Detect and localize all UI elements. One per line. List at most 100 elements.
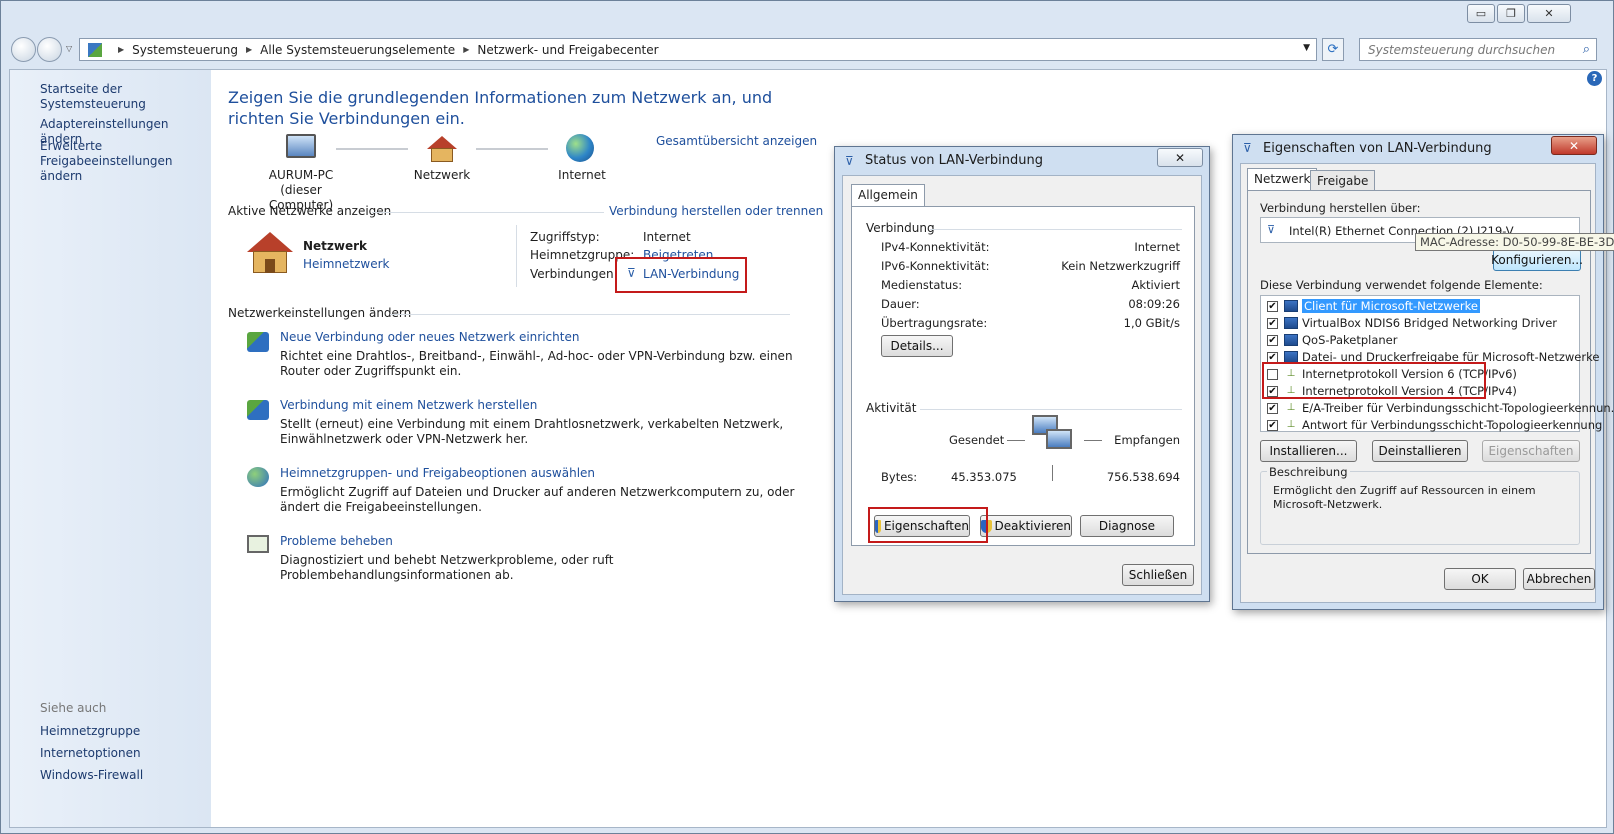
configure-button[interactable]: Konfigurieren... <box>1491 249 1583 271</box>
network-type-link[interactable]: Heimnetzwerk <box>303 257 390 271</box>
close-icon: ✕ <box>1544 7 1554 20</box>
left-pane: Startseite der Systemsteuerung Adapterei… <box>10 70 211 827</box>
cancel-button[interactable]: Abbrechen <box>1523 568 1595 590</box>
bytes-received-value: 756.538.694 <box>1106 470 1180 484</box>
breadcrumb-item[interactable]: Netzwerk- und Freigabecenter <box>477 43 658 57</box>
duration-label: Dauer: <box>881 297 920 311</box>
see-also-internet-options[interactable]: Internetoptionen <box>40 746 141 761</box>
item-properties-button[interactable]: Eigenschaften <box>1482 440 1580 462</box>
close-icon: ✕ <box>1174 150 1186 165</box>
diagnose-button[interactable]: Diagnose <box>1080 515 1174 537</box>
divider <box>372 212 604 213</box>
restore-icon: ❐ <box>1506 7 1516 20</box>
task-new-connection[interactable]: Neue Verbindung oder neues Netzwerk einr… <box>280 330 579 344</box>
speed-label: Übertragungsrate: <box>881 316 988 330</box>
back-button[interactable] <box>11 37 36 62</box>
access-type-value: Internet <box>643 230 691 244</box>
properties-dialog-title: Eigenschaften von LAN-Verbindung <box>1263 141 1492 156</box>
page-heading: Zeigen Sie die grundlegenden Information… <box>228 88 773 128</box>
recent-pages-icon[interactable]: ▽ <box>66 44 72 53</box>
status-close-button[interactable]: ✕ <box>1157 148 1203 167</box>
task-homegroup-options[interactable]: Heimnetzgruppen- und Freigabeoptionen au… <box>280 466 595 480</box>
access-type-label: Zugriffstyp: <box>530 230 600 244</box>
tab-sharing[interactable]: Freigabe <box>1310 170 1376 190</box>
see-also-homegroup[interactable]: Heimnetzgruppe <box>40 724 140 739</box>
general-panel: Verbindung IPv4-Konnektivität: Internet … <box>851 206 1195 546</box>
list-item[interactable]: QoS-Paketplaner <box>1267 332 1397 348</box>
list-item[interactable]: VirtualBox NDIS6 Bridged Networking Driv… <box>1267 315 1557 331</box>
close-window-button[interactable]: ✕ <box>1527 4 1571 23</box>
checkbox[interactable] <box>1267 317 1278 329</box>
breadcrumb-item[interactable]: Alle Systemsteuerungselemente <box>260 43 455 57</box>
ethernet-icon: ⊽ <box>845 154 854 168</box>
ok-button[interactable]: OK <box>1444 568 1516 590</box>
list-item-label: E/A-Treiber für Verbindungsschicht-Topol… <box>1302 401 1614 415</box>
list-item[interactable]: ⊥ E/A-Treiber für Verbindungsschicht-Topo… <box>1267 400 1614 416</box>
window-controls: ▭ ❐ ✕ <box>1467 4 1571 23</box>
details-button[interactable]: Details... <box>881 335 953 357</box>
map-line <box>336 148 408 150</box>
divider <box>920 409 1182 410</box>
list-item-label: Antwort für Verbindungsschicht-Topologie… <box>1302 418 1603 432</box>
search-input[interactable]: Systemsteuerung durchsuchen ⌕ <box>1359 38 1597 61</box>
elements-list: Client für Microsoft-Netzwerke VirtualBo… <box>1260 295 1614 432</box>
chevron-right-icon: ▶ <box>463 45 470 54</box>
chevron-down-icon[interactable]: ▼ <box>1303 43 1310 53</box>
navigation-bar: ▽ ▶ Systemsteuerung ▶ Alle Systemsteueru… <box>9 35 1605 65</box>
activity-section-title: Aktivität <box>866 401 917 415</box>
checkbox[interactable] <box>1267 402 1278 414</box>
annotation-box <box>868 507 988 543</box>
breadcrumb-item[interactable]: Systemsteuerung <box>132 43 238 57</box>
elements-label: Diese Verbindung verwendet folgende Elem… <box>1260 278 1543 292</box>
received-label: Empfangen <box>1114 433 1180 447</box>
install-button[interactable]: Installieren... <box>1260 440 1357 462</box>
bytes-label: Bytes: <box>881 470 918 484</box>
adapter-icon: ⊽ <box>1267 223 1276 236</box>
network-settings-title: Netzwerkeinstellungen ändern <box>228 306 412 320</box>
sidebar-item-sharing[interactable]: Erweiterte Freigabeeinstellungen ändern <box>40 139 200 184</box>
forward-button[interactable] <box>37 37 62 62</box>
map-line <box>476 148 548 150</box>
minimize-button[interactable]: ▭ <box>1467 4 1495 23</box>
maximize-button[interactable]: ❐ <box>1497 4 1525 23</box>
checkbox[interactable] <box>1267 351 1278 363</box>
uninstall-button[interactable]: Deinstallieren <box>1372 440 1468 462</box>
help-icon[interactable]: ? <box>1587 71 1602 86</box>
deactivate-button[interactable]: Deaktivieren <box>980 515 1072 537</box>
house-icon <box>427 136 457 162</box>
close-icon: ✕ <box>1568 138 1580 153</box>
list-item[interactable]: ⊥ Antwort für Verbindungsschicht-Topologi… <box>1267 417 1602 433</box>
task-troubleshoot[interactable]: Probleme beheben <box>280 534 393 548</box>
overview-link[interactable]: Gesamtübersicht anzeigen <box>656 134 817 148</box>
checkbox[interactable] <box>1267 334 1278 346</box>
status-close-dialog-button[interactable]: Schließen <box>1122 564 1194 586</box>
speed-value: 1,0 GBit/s <box>1123 316 1180 330</box>
description-text: Ermöglicht den Zugriff auf Ressourcen in… <box>1273 484 1536 511</box>
sent-label: Gesendet <box>949 433 1005 447</box>
activity-line <box>1084 440 1102 441</box>
activity-divider <box>1052 465 1053 481</box>
task-connect-network[interactable]: Verbindung mit einem Netzwerk herstellen <box>280 398 537 412</box>
checkbox[interactable] <box>1267 300 1278 312</box>
deactivate-label: Deaktivieren <box>994 519 1071 533</box>
address-bar[interactable]: ▶ Systemsteuerung ▶ Alle Systemsteuerung… <box>79 38 1317 61</box>
connect-network-icon <box>247 400 269 420</box>
connect-disconnect-link[interactable]: Verbindung herstellen oder trennen <box>609 204 823 218</box>
protocol-icon: ⊥ <box>1286 402 1296 413</box>
ethernet-icon: ⊽ <box>1243 141 1252 155</box>
tab-network[interactable]: Netzwerk <box>1247 168 1318 190</box>
list-item-label: VirtualBox NDIS6 Bridged Networking Driv… <box>1302 316 1558 330</box>
see-also-firewall[interactable]: Windows-Firewall <box>40 768 143 783</box>
checkbox[interactable] <box>1267 419 1278 431</box>
sidebar-item-home[interactable]: Startseite der Systemsteuerung <box>40 82 211 112</box>
connect-via-label: Verbindung herstellen über: <box>1260 201 1421 215</box>
pc-name: AURUM-PC <box>268 168 334 182</box>
refresh-button[interactable]: ⟳ <box>1322 38 1344 61</box>
status-dialog-body: Allgemein Verbindung IPv4-Konnektivität:… <box>842 175 1202 595</box>
tab-general[interactable]: Allgemein <box>851 184 925 206</box>
new-connection-icon <box>247 332 269 352</box>
list-item[interactable]: Client für Microsoft-Netzwerke <box>1267 298 1480 314</box>
computer-icon <box>286 134 316 158</box>
search-icon[interactable]: ⌕ <box>1583 42 1590 57</box>
properties-close-button[interactable]: ✕ <box>1551 136 1597 155</box>
